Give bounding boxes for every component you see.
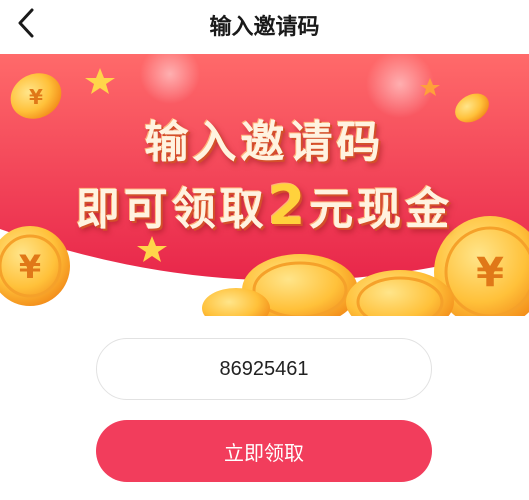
claim-button[interactable]: 立即领取 <box>96 420 432 482</box>
banner-subheadline: 即可领取2元现金 <box>0 173 529 237</box>
page-title: 输入邀请码 <box>209 15 320 40</box>
reward-amount: 2 <box>267 174 310 237</box>
reward-suffix: 元现金 <box>309 184 454 235</box>
svg-text:¥: ¥ <box>476 250 504 296</box>
invite-code-input[interactable] <box>122 356 406 382</box>
invite-code-field[interactable] <box>96 338 432 400</box>
banner-headline: 输入邀请码 <box>144 117 385 168</box>
svg-text:¥: ¥ <box>19 248 41 286</box>
nav-bar: 输入邀请码 <box>0 0 529 48</box>
reward-prefix: 即可领取 <box>75 184 268 235</box>
